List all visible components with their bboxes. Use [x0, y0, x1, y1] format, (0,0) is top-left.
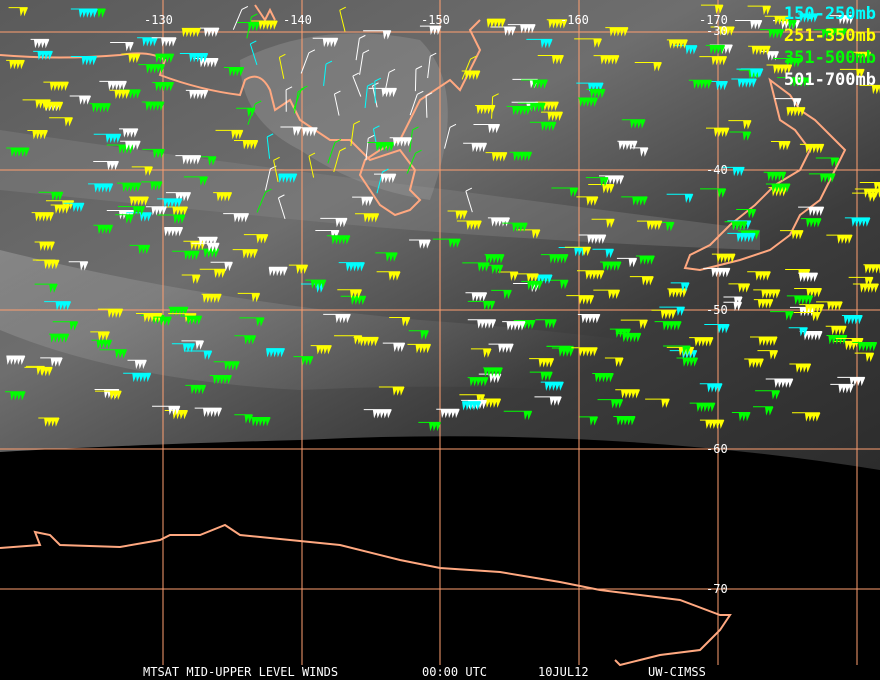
- caption-source: UW-CIMSS: [648, 665, 706, 679]
- lat-label: -40: [706, 163, 728, 177]
- wind-barb: [129, 196, 149, 206]
- wind-barb: [617, 140, 638, 151]
- lon-label: -130: [144, 13, 173, 27]
- lat-label: -50: [706, 303, 728, 317]
- wind-barb: [666, 39, 688, 49]
- wind-barb: [48, 333, 70, 343]
- legend-351-500: 351-500mb: [783, 48, 876, 68]
- wind-barb: [578, 97, 598, 107]
- wind-barb: [798, 272, 819, 283]
- caption-date: 10JUL12: [538, 665, 589, 679]
- lon-label: -140: [283, 13, 312, 27]
- legend-501-700: 501-700mb: [783, 70, 876, 90]
- wind-barb: [249, 417, 271, 427]
- lat-label: -30: [706, 24, 728, 38]
- map-canvas: [0, 0, 880, 667]
- legend-251-350: 251-350mb: [783, 26, 876, 46]
- satellite-wind-map: -130 -140 -150 -160 -170 -30 -40 -50 -60…: [0, 0, 880, 680]
- wind-barb: [482, 367, 503, 377]
- lat-label: -60: [706, 442, 728, 456]
- wind-barb: [667, 288, 688, 298]
- wind-barb: [201, 293, 222, 304]
- wind-barb: [484, 254, 505, 264]
- caption-bar: MTSAT MID-UPPER LEVEL WINDS 00:00 UTC 10…: [0, 595, 880, 679]
- wind-barb: [467, 377, 489, 387]
- caption-title: MTSAT MID-UPPER LEVEL WINDS: [143, 665, 339, 679]
- wind-barb: [841, 315, 863, 325]
- lon-label: -150: [421, 13, 450, 27]
- wind-barb: [826, 335, 848, 345]
- caption-time: 00:00 UTC: [422, 665, 488, 679]
- lon-label: -160: [560, 13, 589, 27]
- lat-label: -70: [706, 582, 728, 596]
- legend-150-250: 150-250mb: [783, 4, 876, 24]
